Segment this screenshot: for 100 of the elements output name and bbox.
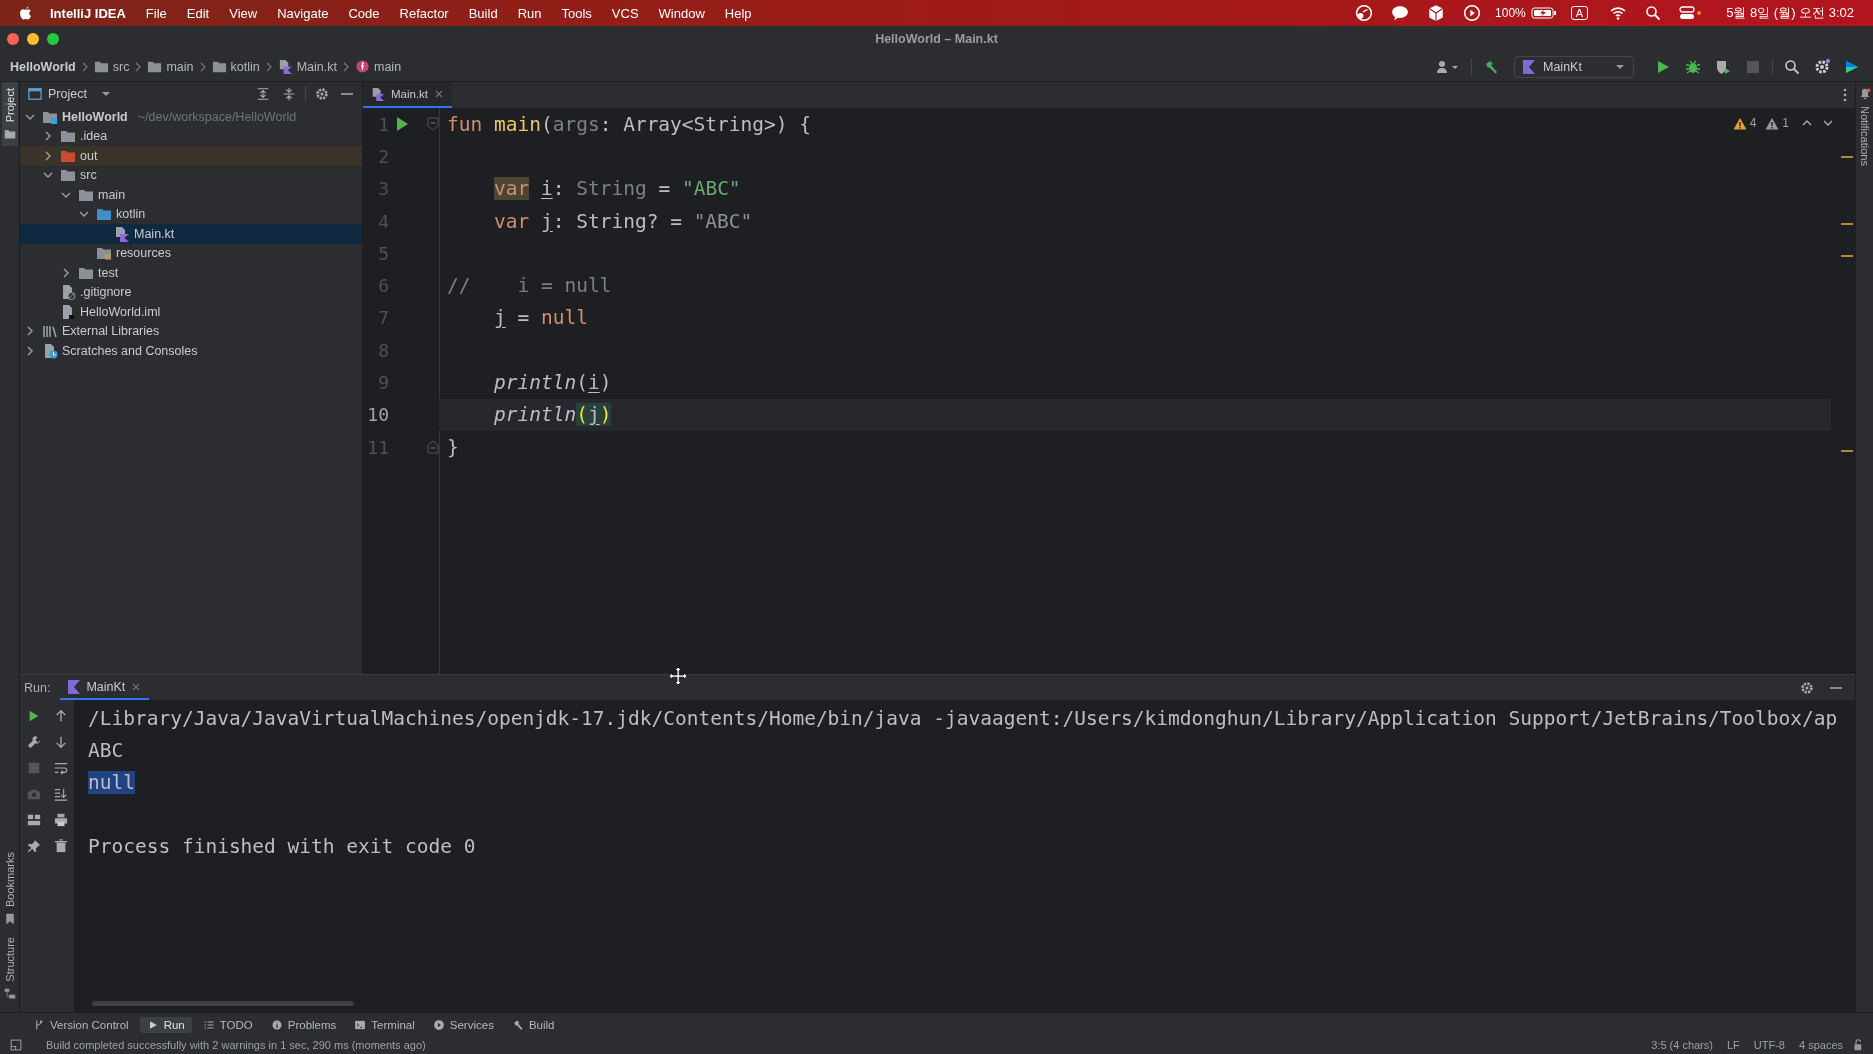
error-stripe-mark [1841,255,1853,257]
tool-window-tab[interactable]: Terminal [347,1016,422,1033]
library-icon [42,323,58,340]
close-icon [434,89,445,99]
minimize-window-button[interactable] [27,33,39,45]
structure-icon [3,988,16,1000]
app-menu[interactable]: IntelliJ IDEA [32,5,136,21]
play-circle-icon [1463,4,1482,22]
tool-window-tab[interactable]: Run [139,1016,192,1033]
breadcrumb[interactable]: main [374,59,402,74]
breadcrumb[interactable]: src [112,59,130,74]
shield-play-icon [1715,58,1731,75]
status-bar-item[interactable]: UTF-8 [1753,1039,1785,1051]
search-icon [1645,5,1662,21]
fold-marker-icon [427,117,439,132]
tree-item[interactable]: kotlin [116,207,146,222]
menu-item[interactable]: Tools [551,5,602,21]
menu-item[interactable]: VCS [601,5,649,21]
breadcrumb[interactable]: kotlin [230,59,260,74]
trash-icon [53,839,68,853]
menu-item[interactable]: Help [714,5,762,21]
zoom-window-button[interactable] [47,33,59,45]
file-icon [60,303,76,320]
play-circle-icon [432,1018,445,1031]
menu-item[interactable]: Refactor [389,5,459,21]
pin-icon [26,839,41,853]
code-line: } [447,435,459,459]
stop-icon [1745,58,1761,75]
menu-item[interactable]: Window [648,5,715,21]
tree-item[interactable]: .idea [80,129,108,144]
menu-item[interactable]: Run [507,5,552,21]
file-icon [60,284,76,301]
tree-item[interactable]: HelloWorld.iml [80,304,161,319]
tree-item[interactable]: src [80,168,97,183]
tool-window-stripe-button[interactable]: Structure [1,931,18,1006]
tree-item[interactable]: out [80,148,98,163]
breadcrumb[interactable]: Main.kt [296,59,337,74]
status-message: Build completed successfully with 2 warnings in 1 sec, 290 ms (moments ago) [46,1039,426,1051]
move-cursor-icon [668,666,686,684]
tool-window-stripe-button[interactable]: Bookmarks [1,846,18,932]
run-configuration-dropdown[interactable]: MainKt [1514,55,1634,78]
scratch-file-icon [42,342,58,359]
tool-window-tab[interactable]: TODO [195,1016,260,1033]
output-line: Process finished with exit code 0 [88,834,476,858]
line-number: 10 [366,404,389,426]
excluded-tree-row[interactable]: out [20,146,362,166]
apple-logo-icon [18,5,32,21]
menu-item[interactable]: File [135,5,177,21]
code-line: j = null [494,306,588,330]
folder-icon [60,167,76,184]
tree-item[interactable]: resources [116,246,171,261]
tree-item[interactable]: Scratches and Consoles [62,343,198,358]
bookmark-icon [3,913,16,926]
breadcrumb[interactable]: HelloWorld [10,59,76,74]
fold-marker-icon [427,440,439,455]
scrollbar-thumb[interactable] [92,1001,354,1006]
tool-window-tab[interactable]: Build [504,1016,562,1033]
kotlin-file-icon [371,87,385,101]
tool-window-stripe-button[interactable]: Project [1,82,18,147]
down-arrow-icon [53,735,68,749]
user-icon [1436,58,1460,75]
folder-icon [96,245,112,262]
menu-item[interactable]: View [219,5,268,21]
menu-item[interactable]: Code [338,5,390,21]
minimize-panel-button[interactable] [338,90,356,98]
tree-item[interactable]: test [98,265,119,280]
tree-item[interactable]: External Libraries [62,324,160,339]
info-circle-icon [270,1018,283,1031]
view-selector-dropdown[interactable]: Project [48,87,111,101]
tool-window-tab[interactable]: Services [425,1016,501,1033]
menu-item[interactable]: Edit [176,5,220,21]
weak-warning-icon [1765,116,1780,130]
tool-window-tab[interactable]: Version Control [26,1016,136,1033]
menu-item[interactable]: Build [458,5,508,21]
terminal-icon [354,1018,367,1031]
tool-window-stripe-button[interactable]: Notifications [1856,82,1873,172]
up-arrow-icon [53,709,68,723]
folder-icon [147,59,163,74]
tree-item[interactable]: Main.kt [134,226,175,241]
close-icon [131,681,142,692]
status-bar-item[interactable]: 3:5 (4 chars) [1651,1039,1713,1051]
minimize-icon [341,93,353,95]
input-source-indicator[interactable]: A [1570,6,1589,20]
error-stripe-mark [1841,223,1853,225]
menu-item[interactable]: Navigate [267,5,339,21]
status-bar-item[interactable]: LF [1726,1039,1740,1051]
tree-item[interactable]: .gitignore [80,285,132,300]
tree-item[interactable]: main [98,187,126,202]
breadcrumb[interactable]: main [166,59,194,74]
caret-icon [100,90,111,98]
folder-icon [60,128,76,145]
close-window-button[interactable] [7,33,19,45]
printer-icon [53,813,68,827]
status-bar-item[interactable]: 4 spaces [1798,1039,1843,1051]
kotlin-file-icon [114,225,130,242]
tool-window-tab[interactable]: Problems [263,1016,344,1033]
tree-item[interactable]: HelloWorld [62,109,128,124]
selected-tree-row[interactable]: Main.kt [20,224,362,244]
editor-tab[interactable]: Main.kt [363,82,453,108]
panel-toggle-icon [10,1039,22,1051]
